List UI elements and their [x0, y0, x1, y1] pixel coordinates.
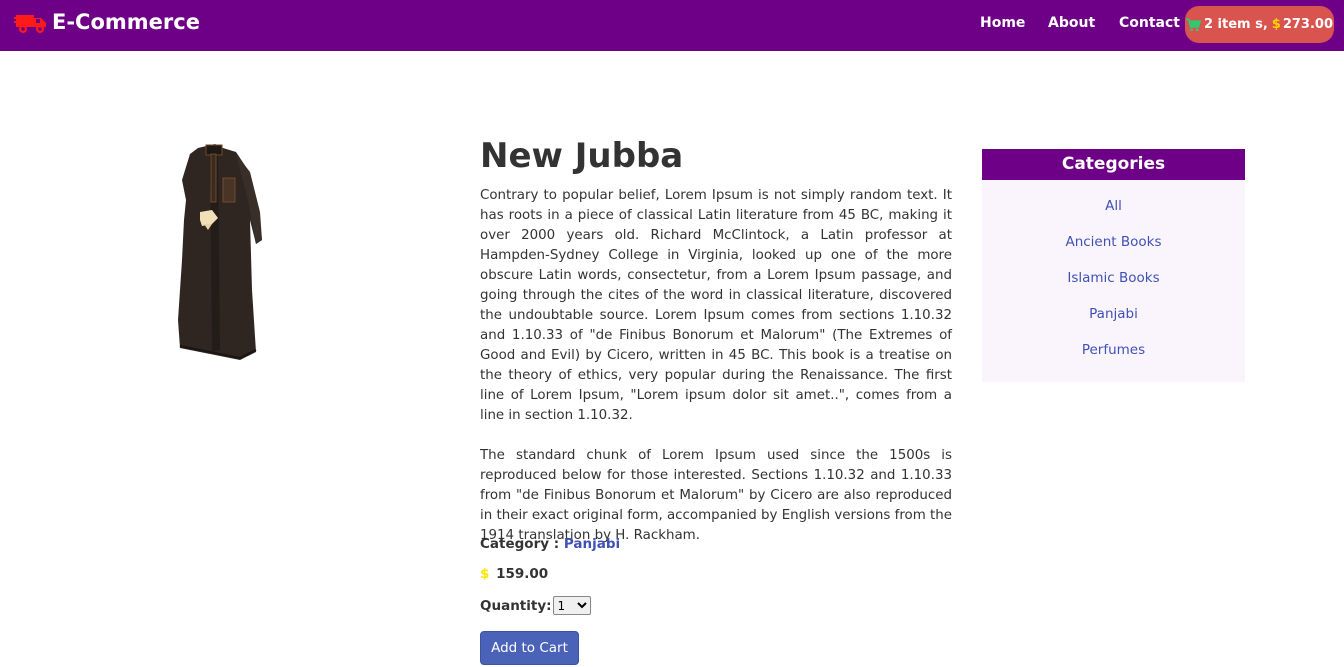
quantity-select[interactable]: 1 — [552, 596, 591, 615]
cart-count: 2 item s, — [1203, 17, 1268, 32]
brand-name: E-Commerce — [52, 10, 200, 34]
categories-list: All Ancient Books Islamic Books Panjabi … — [982, 180, 1245, 368]
navbar: E-Commerce Home About Contact 2 item s, … — [0, 0, 1344, 51]
cart-button[interactable]: 2 item s, $ 273.00 — [1185, 6, 1334, 43]
category-item-perfumes: Perfumes — [982, 332, 1245, 368]
category-link-ancient-books[interactable]: Ancient Books — [1065, 234, 1161, 250]
cart-currency: $ — [1271, 17, 1281, 32]
price-currency: $ — [480, 566, 490, 582]
quantity-label: Quantity: — [480, 597, 552, 614]
category-item-panjabi: Panjabi — [982, 296, 1245, 332]
nav-contact[interactable]: Contact — [1119, 15, 1180, 31]
category-link[interactable]: Panjabi — [564, 536, 620, 552]
cart-total: 273.00 — [1282, 17, 1334, 32]
product-price: 159.00 — [496, 566, 549, 582]
truck-icon — [14, 15, 46, 33]
category-link-all[interactable]: All — [1105, 198, 1122, 214]
category-item-all: All — [982, 188, 1245, 224]
product-title: New Jubba — [480, 136, 684, 176]
category-label: Category : — [480, 536, 560, 552]
category-item-ancient-books: Ancient Books — [982, 224, 1245, 260]
shopping-cart-icon — [1185, 18, 1201, 31]
category-item-islamic-books: Islamic Books — [982, 260, 1245, 296]
add-to-cart-button[interactable]: Add to Cart — [480, 631, 579, 665]
description-paragraph: The standard chunk of Lorem Ipsum used s… — [480, 448, 952, 543]
category-link-islamic-books[interactable]: Islamic Books — [1067, 270, 1159, 286]
categories-title: Categories — [982, 149, 1245, 180]
categories-panel: Categories All Ancient Books Islamic Boo… — [982, 149, 1245, 382]
description-paragraph: Contrary to popular belief, Lorem Ipsum … — [480, 188, 952, 423]
nav-home[interactable]: Home — [980, 15, 1025, 31]
brand[interactable]: E-Commerce — [14, 8, 200, 36]
category-link-panjabi[interactable]: Panjabi — [1089, 306, 1138, 322]
product-category-row: Category : Panjabi — [480, 536, 620, 552]
quantity-row: Quantity: 1 — [480, 596, 591, 615]
product-description: Contrary to popular belief, Lorem Ipsum … — [480, 186, 952, 546]
category-link-perfumes[interactable]: Perfumes — [1082, 342, 1145, 358]
product-image — [178, 144, 262, 360]
product-price-row: $ 159.00 — [480, 566, 548, 582]
nav-about[interactable]: About — [1048, 15, 1095, 31]
